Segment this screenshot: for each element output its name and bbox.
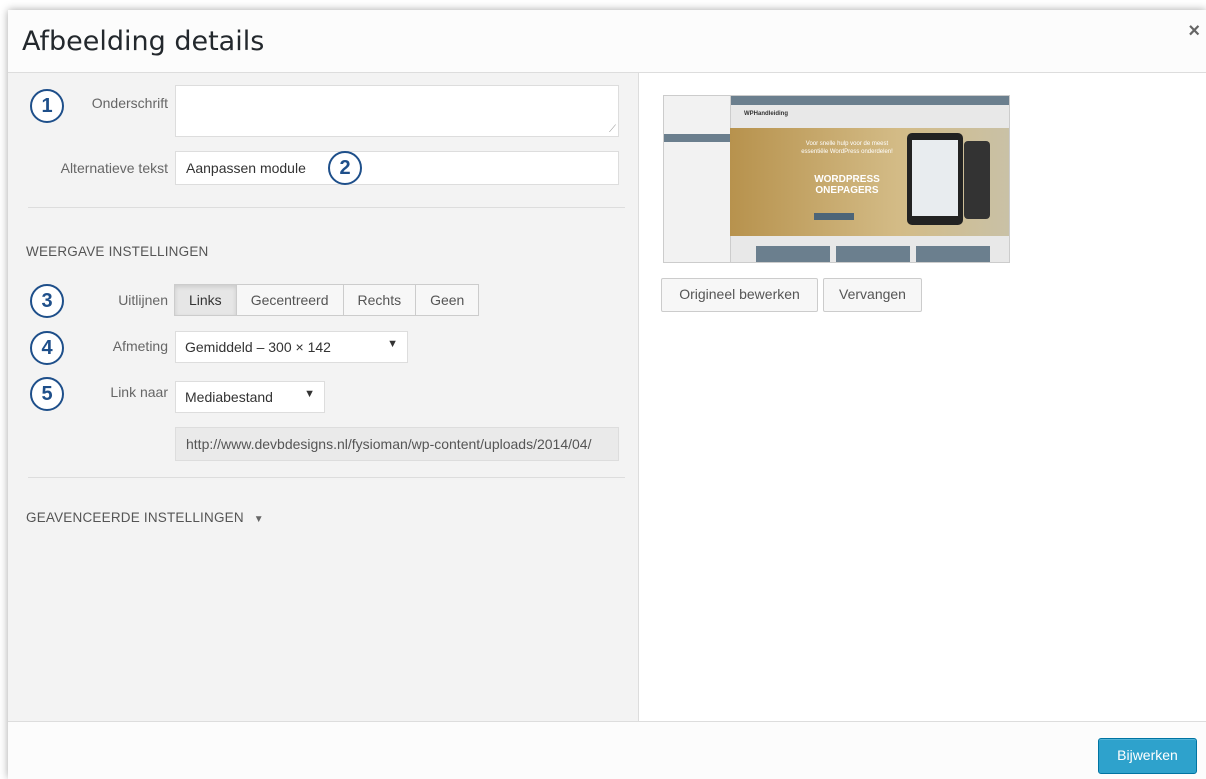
alignment-button-group: Links Gecentreerd Rechts Geen xyxy=(174,284,480,316)
modal-title: Afbeelding details xyxy=(22,26,265,57)
thumb-headline: WORDPRESS ONEPAGERS xyxy=(814,174,880,196)
close-icon[interactable]: × xyxy=(1188,20,1200,43)
display-settings-heading: WEERGAVE INSTELLINGEN xyxy=(26,244,209,259)
edit-original-button[interactable]: Origineel bewerken xyxy=(661,278,818,312)
divider xyxy=(28,477,625,478)
step-badge-2: 2 xyxy=(328,151,362,185)
caption-field[interactable]: ⟋ xyxy=(175,85,619,137)
thumb-button xyxy=(814,213,854,220)
modal-header: Afbeelding details × xyxy=(8,10,1206,73)
alt-text-field[interactable]: Aanpassen module xyxy=(175,151,619,185)
alt-text-label: Alternatieve tekst xyxy=(60,160,168,176)
modal-footer: Bijwerken xyxy=(8,721,1206,779)
align-left-button[interactable]: Links xyxy=(174,284,237,316)
size-select-value: Gemiddeld – 300 × 142 xyxy=(185,339,331,355)
align-right-button[interactable]: Rechts xyxy=(342,284,417,316)
thumb-sidebar-item xyxy=(664,134,730,142)
step-badge-5: 5 xyxy=(30,377,64,411)
step-badge-1: 1 xyxy=(30,89,64,123)
divider xyxy=(28,207,625,208)
chevron-down-icon: ▼ xyxy=(387,338,398,350)
thumb-brand: WPHandleiding xyxy=(744,111,788,117)
image-thumbnail: WPHandleiding Voor snelle hulp voor de m… xyxy=(663,95,1010,263)
size-select[interactable]: Gemiddeld – 300 × 142 ▼ xyxy=(175,331,408,363)
link-url-field[interactable]: http://www.devbdesigns.nl/fysioman/wp-co… xyxy=(175,427,619,461)
alt-text-value: Aanpassen module xyxy=(186,160,306,176)
thumb-sidebar xyxy=(664,96,731,262)
image-details-modal: Afbeelding details × 1 Onderschrift ⟋ Al… xyxy=(8,10,1206,779)
preview-panel: WPHandleiding Voor snelle hulp voor de m… xyxy=(639,73,1206,721)
step-badge-3: 3 xyxy=(30,284,64,318)
replace-button[interactable]: Vervangen xyxy=(823,278,922,312)
thumb-footer-box-1 xyxy=(756,246,830,262)
thumb-footer-box-3 xyxy=(916,246,990,262)
size-label: Afmeting xyxy=(112,338,168,354)
align-center-button[interactable]: Gecentreerd xyxy=(235,284,344,316)
advanced-settings-toggle[interactable]: GEAVENCEERDE INSTELLINGEN ▼ xyxy=(26,510,264,525)
thumb-topbar xyxy=(730,96,1009,105)
link-to-select[interactable]: Mediabestand ▼ xyxy=(175,381,325,413)
thumb-tagline: Voor snelle hulp voor de meest essentiël… xyxy=(801,141,893,155)
align-none-button[interactable]: Geen xyxy=(415,284,480,316)
update-button[interactable]: Bijwerken xyxy=(1098,738,1197,774)
alignment-label: Uitlijnen xyxy=(118,292,168,308)
link-url-value: http://www.devbdesigns.nl/fysioman/wp-co… xyxy=(186,436,592,452)
link-to-label: Link naar xyxy=(110,384,168,400)
thumb-tablet-screen xyxy=(912,140,958,216)
chevron-down-icon: ▼ xyxy=(304,388,315,400)
thumb-footer-box-2 xyxy=(836,246,910,262)
settings-panel: 1 Onderschrift ⟋ Alternatieve tekst Aanp… xyxy=(8,73,639,721)
step-badge-4: 4 xyxy=(30,331,64,365)
caption-label: Onderschrift xyxy=(91,95,168,111)
advanced-settings-label: GEAVENCEERDE INSTELLINGEN xyxy=(26,510,244,525)
thumb-tablet-2 xyxy=(964,141,990,219)
chevron-down-icon: ▼ xyxy=(253,514,264,525)
link-to-select-value: Mediabestand xyxy=(185,389,273,405)
resize-handle-icon[interactable]: ⟋ xyxy=(609,124,616,135)
